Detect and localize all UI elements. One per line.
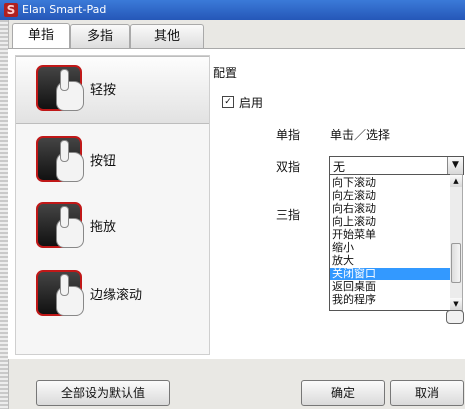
edge-scroll-gesture-icon <box>36 270 84 316</box>
double-finger-selected-value: 无 <box>333 160 346 174</box>
double-finger-label: 双指 <box>276 160 301 174</box>
drag-drop-gesture-icon <box>36 202 84 248</box>
nav-item-label: 按钮 <box>90 154 117 169</box>
enable-checkbox-label: 启用 <box>239 96 264 110</box>
tab-multi-finger[interactable]: 多指 <box>70 24 130 49</box>
nav-item-button[interactable]: 按钮 <box>16 128 209 194</box>
tab-single-finger[interactable]: 单指 <box>12 23 70 50</box>
nav-item-drag-drop[interactable]: 拖放 <box>16 194 209 260</box>
double-finger-dropdown-list: 向下滚动 向左滚动 向右滚动 向上滚动 开始菜单 缩小 放大 关闭窗口 返回桌面… <box>329 174 452 311</box>
enable-checkbox[interactable]: ✓ <box>222 96 234 108</box>
single-finger-value: 单击／选择 <box>330 128 391 142</box>
nav-item-tap[interactable]: 轻按 <box>16 56 209 124</box>
config-section-title: 配置 <box>213 66 238 80</box>
scroll-up-icon[interactable]: ▲ <box>450 175 462 187</box>
partial-hand-icon <box>446 310 464 324</box>
single-finger-label: 单指 <box>276 128 301 142</box>
nav-item-label: 边缘滚动 <box>90 288 143 303</box>
dropdown-scrollbar[interactable]: ▲ ▼ <box>450 174 463 311</box>
nav-item-label: 轻按 <box>90 83 117 98</box>
button-gesture-icon <box>36 136 84 182</box>
tab-other[interactable]: 其他 <box>130 24 204 49</box>
nav-item-edge-scroll[interactable]: 边缘滚动 <box>16 262 209 328</box>
double-finger-select[interactable]: 无 ▼ <box>329 156 464 175</box>
triple-finger-label: 三指 <box>276 208 301 222</box>
dropdown-option[interactable]: 返回桌面 <box>330 281 451 293</box>
dropdown-option[interactable]: 放大 <box>330 255 451 267</box>
ok-button[interactable]: 确定 <box>301 380 385 406</box>
elan-app-icon: S <box>4 3 18 17</box>
scrollbar-thumb[interactable] <box>451 243 461 283</box>
dropdown-option[interactable]: 我的程序 <box>330 294 451 306</box>
gesture-nav-list: 轻按 按钮 拖放 边缘滚动 <box>15 55 210 355</box>
dropdown-arrow-icon[interactable]: ▼ <box>447 157 463 174</box>
dropdown-option[interactable]: 缩小 <box>330 242 451 254</box>
window-title: Elan Smart-Pad <box>22 3 107 16</box>
tap-gesture-icon <box>36 65 84 111</box>
cancel-button[interactable]: 取消 <box>390 380 464 406</box>
dropdown-option[interactable]: 开始菜单 <box>330 229 451 241</box>
dropdown-option[interactable]: 向左滚动 <box>330 190 451 202</box>
nav-item-label: 拖放 <box>90 220 117 235</box>
scroll-down-icon[interactable]: ▼ <box>450 298 462 310</box>
restore-defaults-button[interactable]: 全部设为默认值 <box>36 380 170 406</box>
dropdown-option-highlighted[interactable]: 关闭窗口 <box>330 268 451 280</box>
dropdown-option[interactable]: 向上滚动 <box>330 216 451 228</box>
title-bar: S Elan Smart-Pad <box>0 0 465 20</box>
dropdown-option[interactable]: 向右滚动 <box>330 203 451 215</box>
dropdown-option[interactable]: 向下滚动 <box>330 177 451 189</box>
